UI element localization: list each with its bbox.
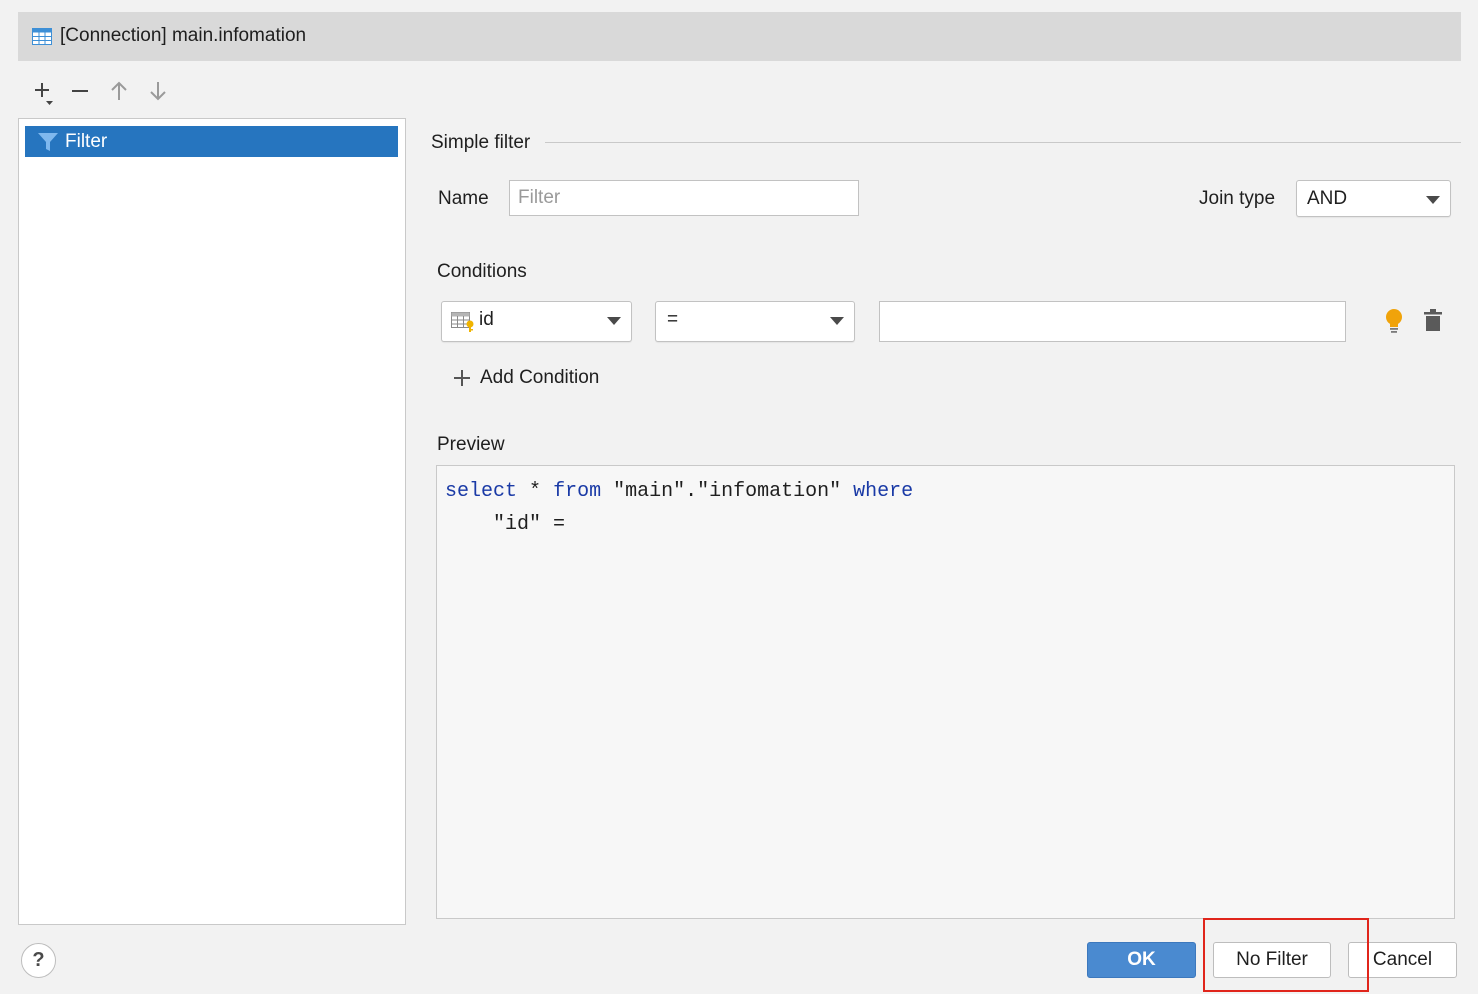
help-button[interactable]: ? <box>21 943 56 978</box>
condition-operator-select[interactable]: = <box>655 301 855 342</box>
conditions-label: Conditions <box>437 261 527 282</box>
name-input[interactable] <box>509 180 859 216</box>
preview-label: Preview <box>437 434 505 455</box>
remove-icon[interactable] <box>65 76 95 106</box>
sql-preview-line-1: select * from "main"."infomation" where <box>445 480 913 503</box>
add-condition-button[interactable]: Add Condition <box>452 366 599 390</box>
funnel-icon <box>37 132 59 157</box>
sql-preview[interactable]: select * from "main"."infomation" where … <box>436 465 1455 919</box>
name-label: Name <box>438 188 489 209</box>
join-type-value: AND <box>1307 188 1348 209</box>
condition-operator-value: = <box>667 309 679 330</box>
add-condition-label: Add Condition <box>480 367 600 388</box>
filter-list: Filter <box>18 118 406 925</box>
sql-preview-line-2: "id" = <box>493 513 566 536</box>
filter-list-item[interactable]: Filter <box>25 126 398 157</box>
sql-keyword-where: where <box>853 480 914 503</box>
sql-keyword-from: from <box>553 480 602 503</box>
move-down-icon[interactable] <box>143 76 173 106</box>
join-type-select[interactable]: AND <box>1296 180 1451 217</box>
trash-icon[interactable] <box>1423 309 1443 337</box>
chevron-down-icon <box>607 317 621 325</box>
condition-column-select[interactable]: id <box>441 301 632 342</box>
chevron-down-icon <box>830 317 844 325</box>
dialog-title: [Connection] main.infomation <box>60 25 307 46</box>
table-icon <box>32 28 52 50</box>
dialog-header: [Connection] main.infomation <box>18 12 1461 61</box>
chevron-down-icon <box>1426 196 1440 204</box>
sql-star: * <box>529 480 542 503</box>
move-up-icon[interactable] <box>104 76 134 106</box>
table-key-icon <box>451 312 475 338</box>
condition-value-input[interactable] <box>879 301 1346 342</box>
highlight-annotation-box <box>1203 918 1369 992</box>
plus-icon <box>452 368 472 388</box>
join-type-label: Join type <box>1199 188 1276 209</box>
lightbulb-icon[interactable] <box>1383 308 1405 339</box>
condition-column-value: id <box>479 309 494 330</box>
filter-list-item-label: Filter <box>65 131 108 152</box>
ok-button[interactable]: OK <box>1087 942 1196 978</box>
help-icon: ? <box>32 949 45 971</box>
section-title: Simple filter <box>431 132 531 153</box>
sql-table-ref: "main"."infomation" <box>613 480 842 503</box>
add-dropdown-icon[interactable] <box>27 76 57 106</box>
sql-keyword-select: select <box>445 480 518 503</box>
section-divider <box>545 142 1461 143</box>
